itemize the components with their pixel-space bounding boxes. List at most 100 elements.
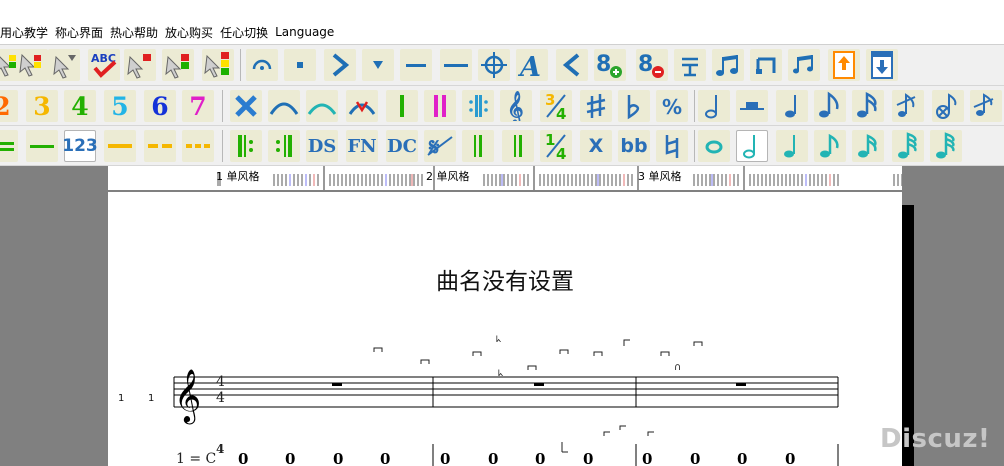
digit-4-button[interactable]: 4 (64, 90, 96, 122)
jianpu-note[interactable]: 0 (583, 450, 593, 466)
numbered-notation-button[interactable]: 123 (62, 130, 98, 162)
double-line-icon[interactable] (0, 130, 18, 162)
crosshair-icon[interactable] (478, 49, 510, 81)
grace-eighth-icon[interactable] (970, 90, 1002, 122)
tuplet-icon[interactable] (674, 49, 706, 81)
double-flat-button[interactable]: bb (618, 130, 650, 162)
page-down-icon[interactable] (866, 49, 898, 81)
phrase-mark-icon[interactable] (346, 90, 378, 122)
jianpu-note[interactable]: 0 (285, 450, 295, 466)
grace-note-icon[interactable] (892, 90, 924, 122)
time-signature-icon[interactable]: 34 (540, 90, 572, 122)
dash-triple-icon[interactable] (182, 130, 214, 162)
octave-down-icon[interactable]: 8 (636, 49, 668, 81)
repeat-start-icon[interactable] (230, 130, 262, 162)
teal-32nd-note-icon[interactable] (892, 130, 924, 162)
cursor-red-green-icon[interactable] (162, 49, 194, 81)
repeat-end-icon[interactable] (268, 130, 300, 162)
tenuto-long-icon[interactable] (440, 49, 472, 81)
dash-double-icon[interactable] (144, 130, 176, 162)
rest-bar-icon[interactable] (736, 90, 768, 122)
barline-thin-double-icon[interactable] (462, 130, 494, 162)
decrescendo-icon[interactable] (556, 49, 588, 81)
beam-icon[interactable] (750, 49, 782, 81)
digit-7-button[interactable]: 7 (182, 90, 214, 122)
svg-text:8: 8 (596, 52, 611, 77)
score-page[interactable]: 曲名没有设置 𝄞 ᖾ ᖾ ∩ 4 4 1 1 1 = C 4 0 0 0 0 0… (108, 192, 902, 466)
menu-item-language[interactable]: Language (275, 25, 341, 39)
menu-item-teaching[interactable]: 用心教学 (0, 24, 55, 41)
eighth-note-icon[interactable] (814, 90, 846, 122)
dash-single-icon[interactable] (104, 130, 136, 162)
time-sig-quarter-icon[interactable]: 14 (540, 130, 572, 162)
jianpu-note[interactable]: 0 (785, 450, 795, 466)
jianpu-note[interactable]: 0 (333, 450, 343, 466)
digit-5-button[interactable]: 5 (104, 90, 136, 122)
jianpu-note[interactable]: 0 (642, 450, 652, 466)
teal-sixteenth-note-icon[interactable] (852, 130, 884, 162)
jianpu-note[interactable]: 0 (440, 450, 450, 466)
dc-button[interactable]: DC (386, 130, 418, 162)
treble-clef-icon[interactable]: 𝄞 (500, 90, 532, 122)
digit-3-button[interactable]: 3 (26, 90, 58, 122)
jianpu-note[interactable]: 0 (238, 450, 248, 466)
page-up-icon[interactable] (828, 49, 860, 81)
cursor-red-icon[interactable] (124, 49, 156, 81)
half-note-icon[interactable] (698, 90, 730, 122)
underline-icon[interactable] (26, 130, 58, 162)
whole-note-icon[interactable] (698, 130, 730, 162)
jianpu-note[interactable]: 0 (488, 450, 498, 466)
double-sharp-button[interactable]: X (580, 130, 612, 162)
measure-ruler[interactable]: 1 单风格 2 单风格 3 单风格 (108, 166, 902, 190)
teal-64th-note-icon[interactable] (930, 130, 962, 162)
cross-note-icon[interactable] (932, 90, 964, 122)
svg-text:ᖾ: ᖾ (498, 369, 503, 379)
cursor-red-yellow-icon[interactable] (16, 49, 48, 81)
staff-graphics: 𝄞 ᖾ ᖾ ∩ (173, 335, 839, 466)
teal-eighth-note-icon[interactable] (814, 130, 846, 162)
jianpu-note[interactable]: 0 (380, 450, 390, 466)
natural-icon[interactable] (656, 130, 688, 162)
cursor-multi-icon[interactable] (202, 49, 234, 81)
flat-icon[interactable] (618, 90, 650, 122)
svg-text:4: 4 (556, 105, 566, 121)
grace-beam-icon[interactable] (788, 49, 820, 81)
sixteenth-note-icon[interactable] (852, 90, 884, 122)
text-tool-icon[interactable]: A (516, 49, 548, 81)
sharp-icon[interactable] (580, 90, 612, 122)
teal-half-note-icon[interactable] (736, 130, 768, 162)
fermata-icon[interactable] (246, 49, 278, 81)
ds-button[interactable]: DS (306, 130, 338, 162)
quarter-note-icon[interactable] (776, 90, 808, 122)
octave-up-icon[interactable]: 8 (594, 49, 626, 81)
accent-icon[interactable] (324, 49, 356, 81)
tenuto-icon[interactable] (400, 49, 432, 81)
teal-quarter-note-icon[interactable] (776, 130, 808, 162)
jianpu-note[interactable]: 0 (737, 450, 747, 466)
barline-double-icon[interactable] (424, 90, 456, 122)
staccato-icon[interactable] (284, 49, 316, 81)
ruler-label-2: 2 单风格 (426, 170, 470, 183)
menu-item-switch[interactable]: 任心切换 (220, 24, 275, 41)
marcato-icon[interactable] (362, 49, 394, 81)
menu-item-help[interactable]: 热心帮助 (110, 24, 165, 41)
repeat-both-icon[interactable] (462, 90, 494, 122)
jianpu-note[interactable]: 0 (690, 450, 700, 466)
delete-icon[interactable] (230, 90, 262, 122)
cursor-down-icon[interactable] (48, 49, 80, 81)
menu-item-purchase[interactable]: 放心购买 (165, 24, 220, 41)
jianpu-note[interactable]: 0 (535, 450, 545, 466)
slur-icon[interactable] (268, 90, 300, 122)
barline-thick-double-icon[interactable] (502, 130, 534, 162)
barline-single-icon[interactable] (386, 90, 418, 122)
fn-button[interactable]: FN (346, 130, 378, 162)
spellcheck-icon[interactable]: ABC (88, 49, 120, 81)
menu-item-interface[interactable]: 称心界面 (55, 24, 110, 41)
digit-2-button[interactable]: 2 (0, 90, 18, 122)
beamed-notes-icon[interactable] (712, 49, 744, 81)
tie-icon[interactable] (306, 90, 338, 122)
svg-text:4: 4 (556, 145, 566, 161)
digit-6-button[interactable]: 6 (144, 90, 176, 122)
segno-icon[interactable]: 𝄋 (424, 130, 456, 162)
percent-repeat-icon[interactable]: % (656, 90, 688, 122)
